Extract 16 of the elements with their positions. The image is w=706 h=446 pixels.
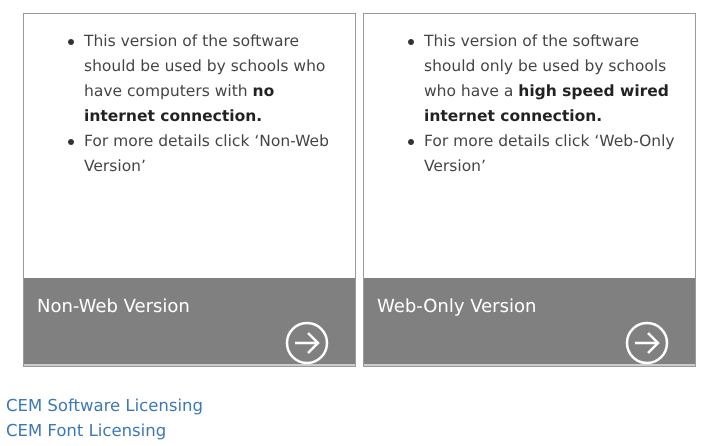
bullet-text: This version of the software should only be used by schools who have a high speed wired internet connection. (424, 31, 670, 127)
version-footer[interactable]: Web-Only Version (364, 278, 695, 366)
version-title: Web-Only Version (377, 295, 536, 319)
bullet-text: This version of the software should be used by schools who have computers with no internet connection. (84, 31, 326, 127)
bullet-text: For more details click ‘Non-Web Version’ (84, 131, 330, 177)
bullet-icon (408, 39, 414, 45)
version-footer[interactable]: Non-Web Version (24, 278, 355, 366)
bullet-icon (68, 139, 74, 145)
arrow-circle-icon[interactable] (625, 321, 669, 365)
bullet-icon (68, 39, 74, 45)
bullet-text: For more details click ‘Web-Only Version’ (424, 131, 676, 177)
licensing-link[interactable]: CEM Font Licensing (6, 418, 166, 443)
bullet-icon (408, 139, 414, 145)
arrow-circle-icon[interactable] (285, 321, 329, 365)
licensing-link[interactable]: CEM Software Licensing (6, 393, 203, 418)
version-title: Non-Web Version (37, 295, 190, 319)
